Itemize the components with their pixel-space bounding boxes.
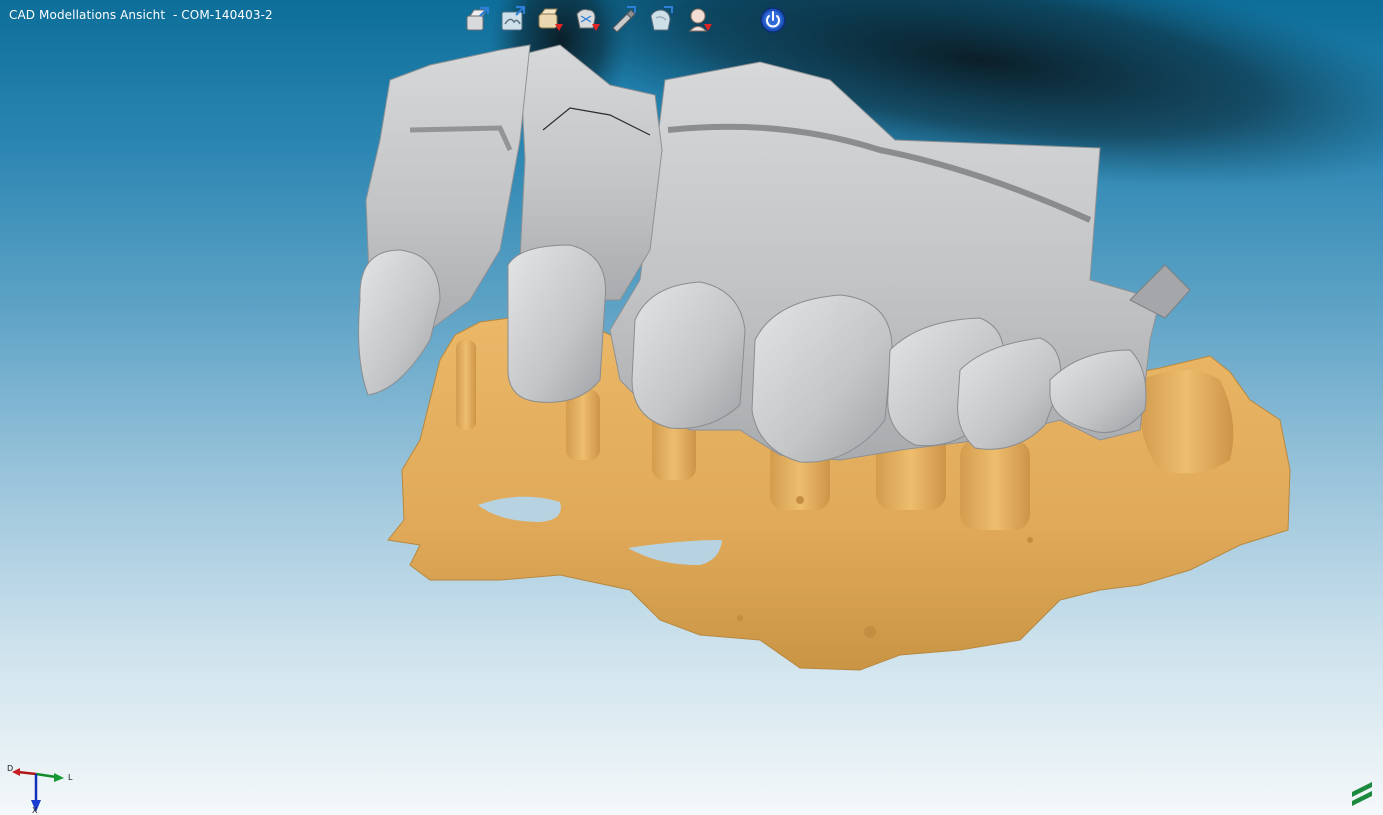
load-scan-button[interactable] [498, 4, 528, 36]
window-title: CAD Modellations Ansicht - COM-140403-2 [9, 8, 273, 22]
vendor-logo [1348, 776, 1376, 810]
remove-model-button[interactable] [535, 4, 565, 36]
power-button[interactable] [758, 4, 788, 36]
power-icon [760, 7, 786, 33]
export-tool-icon [612, 6, 636, 33]
export-shell-button[interactable] [646, 4, 676, 36]
remove-patient-button[interactable] [684, 4, 714, 36]
vendor-logo-icon [1352, 782, 1372, 806]
export-model-icon [466, 6, 490, 31]
remove-model-icon [538, 8, 563, 31]
cad-3d-viewport[interactable]: CAD Modellations Ansicht - COM-140403-2 [0, 0, 1383, 815]
axis-triad-icon [12, 768, 64, 812]
load-scan-icon [501, 5, 526, 31]
export-model-button[interactable] [462, 4, 492, 36]
remove-crown-button[interactable] [572, 4, 602, 36]
dental-model-scene[interactable] [0, 0, 1383, 815]
axis-label-x: X [32, 806, 38, 815]
remove-patient-icon [688, 8, 712, 32]
axis-label-d: D [7, 764, 14, 773]
export-tool-button[interactable] [609, 4, 639, 36]
export-shell-icon [650, 6, 673, 31]
cad-toolbar [462, 4, 792, 38]
remove-crown-icon [576, 9, 600, 31]
orientation-axis-indicator: D L X [4, 760, 80, 815]
axis-label-l: L [68, 773, 73, 782]
